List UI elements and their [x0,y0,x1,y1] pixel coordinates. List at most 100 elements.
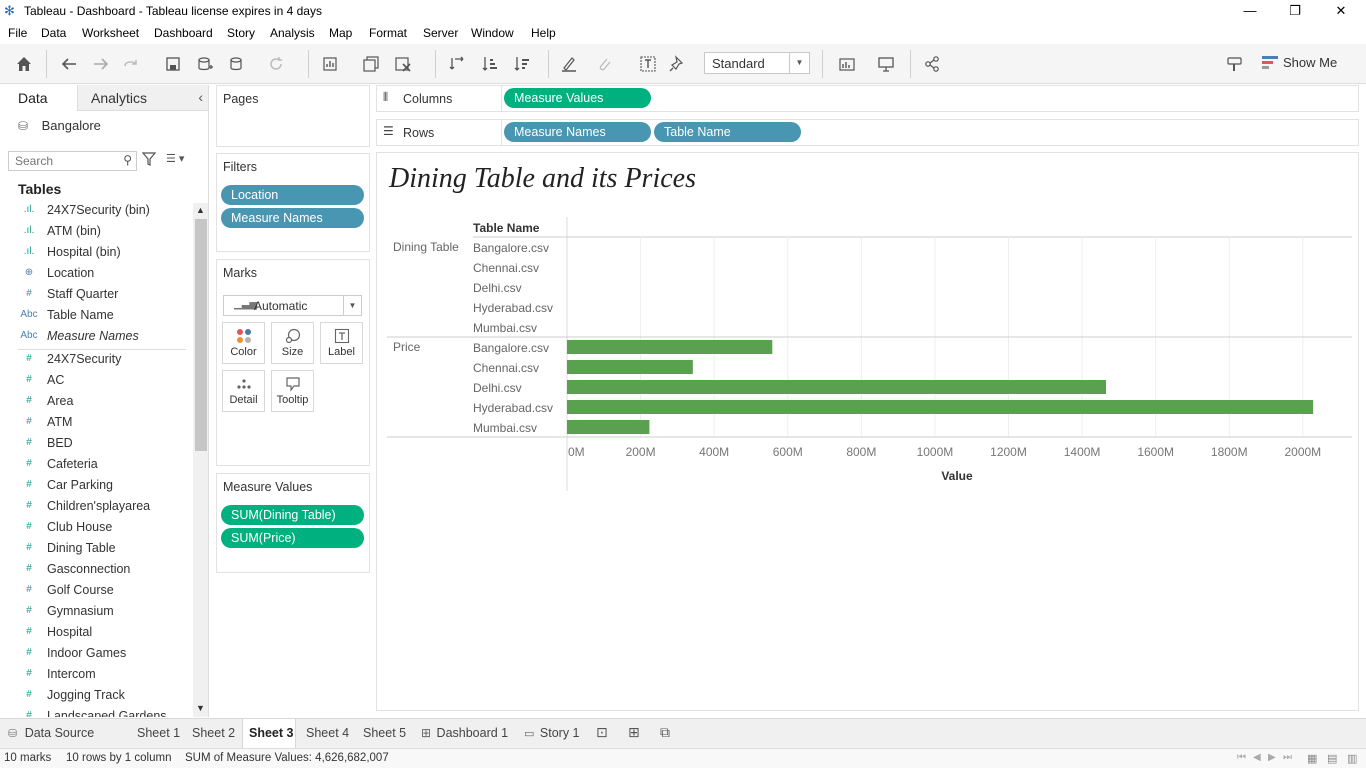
restore-button[interactable]: ❐ [1272,0,1318,22]
minimize-button[interactable]: — [1227,0,1273,22]
data-source[interactable]: ⛁ Bangalore [18,118,101,133]
field-dimensions[interactable]: .ıl. Hospital (bin) [18,243,193,264]
field-measures[interactable]: # BED [18,434,193,455]
new-dashboard-tab-icon[interactable]: ⊞ [628,719,640,748]
sort-ascending-icon[interactable] [479,53,501,75]
field-measures[interactable]: # Dining Table [18,539,193,560]
scroll-down-icon[interactable]: ▼ [196,703,205,713]
presentation-mode-icon[interactable] [875,53,897,75]
show-cards-icon[interactable] [836,53,858,75]
rows-pill-table-name[interactable]: Table Name [654,122,801,142]
field-dimensions[interactable]: Abc Table Name [18,306,193,327]
field-dimensions[interactable]: # Staff Quarter [18,285,193,306]
field-measures[interactable]: # Area [18,392,193,413]
menu-server[interactable]: Server [423,26,458,40]
pages-card[interactable]: Pages [216,85,370,147]
menu-data[interactable]: Data [41,26,66,40]
field-dimensions[interactable]: ⊕ Location [18,264,193,285]
group-members-icon[interactable] [594,53,616,75]
field-measures[interactable]: #24X7Security [18,350,193,371]
close-button[interactable]: ✕ [1318,0,1364,22]
view-options-icon[interactable]: ☰ ▾ [166,152,184,165]
tab-sheet-2[interactable]: Sheet 2 [192,719,235,748]
field-measures[interactable]: # Club House [18,518,193,539]
show-mark-labels-icon[interactable] [637,53,659,75]
measure-pill-price[interactable]: SUM(Price) [221,528,364,548]
clear-sheet-icon[interactable] [392,53,414,75]
rows-pill-measure-names[interactable]: Measure Names [504,122,651,142]
tab-sheet-1[interactable]: Sheet 1 [137,719,180,748]
prev-page-icon[interactable]: ◀ [1253,752,1261,763]
tooltip-button[interactable]: Tooltip [271,370,314,412]
size-button[interactable]: Size [271,322,314,364]
filter-pill-measure-names[interactable]: Measure Names [221,208,364,228]
save-icon[interactable] [162,53,184,75]
show-sheet-sorter-icon[interactable]: ▦ [1307,752,1317,765]
tab-data-source[interactable]: ⛁ Data Source [8,719,128,748]
last-page-icon[interactable]: ⏭ [1283,752,1292,763]
share-icon[interactable] [921,53,943,75]
menu-dashboard[interactable]: Dashboard [154,26,213,40]
fix-axes-icon[interactable] [666,53,688,75]
field-measures[interactable]: # Cafeteria [18,455,193,476]
show-filmstrip-icon[interactable]: ▤ [1327,752,1337,765]
field-dimensions[interactable]: .ıl. ATM (bin) [18,222,193,243]
new-datasource-icon[interactable] [194,53,216,75]
menu-format[interactable]: Format [369,26,407,40]
menu-analysis[interactable]: Analysis [270,26,315,40]
filter-icon[interactable] [141,152,157,169]
tab-story-1[interactable]: ▭ Story 1 [524,719,580,748]
field-measures[interactable]: # Hospital [18,623,193,644]
menu-worksheet[interactable]: Worksheet [82,26,139,40]
field-measures[interactable]: # Golf Course [18,581,193,602]
field-measures[interactable]: # Jogging Track [18,686,193,707]
next-page-icon[interactable]: ▶ [1268,752,1276,763]
filter-pill-location[interactable]: Location [221,185,364,205]
search-field[interactable]: ⚲ [8,151,137,171]
field-measures[interactable]: # Gasconnection [18,560,193,581]
pause-updates-icon[interactable] [226,53,248,75]
menu-file[interactable]: File [8,26,27,40]
swap-rows-columns-icon[interactable] [446,53,468,75]
detail-button[interactable]: Detail [222,370,265,412]
new-worksheet-icon[interactable] [320,53,342,75]
redo-icon[interactable] [90,53,112,75]
replay-icon[interactable] [120,53,142,75]
scroll-up-icon[interactable]: ▲ [196,205,205,215]
color-button[interactable]: Color [222,322,265,364]
measure-pill-dining-table[interactable]: SUM(Dining Table) [221,505,364,525]
tab-sheet-5[interactable]: Sheet 5 [363,719,406,748]
mark-type-dropdown[interactable]: ▁▃▅ Automatic ▼ [223,295,362,316]
label-button[interactable]: Label [320,322,363,364]
show-tabs-icon[interactable]: ▥ [1347,752,1357,765]
first-page-icon[interactable]: ⏮ [1237,752,1246,763]
tab-sheet-4[interactable]: Sheet 4 [306,719,349,748]
undo-icon[interactable] [58,53,80,75]
new-story-tab-icon[interactable]: ⧉ [660,719,670,748]
field-measures[interactable]: # Children'splayarea [18,497,193,518]
scrollbar-thumb[interactable] [195,219,207,451]
tab-dashboard-1[interactable]: ⊞ Dashboard 1 [421,719,508,748]
menu-story[interactable]: Story [227,26,255,40]
collapse-pane-icon[interactable]: ‹ [198,89,203,105]
tab-sheet-3[interactable]: Sheet 3 [242,719,296,748]
sort-descending-icon[interactable] [511,53,533,75]
search-input[interactable] [15,152,123,170]
tab-analytics[interactable]: Analytics ‹ [77,85,208,111]
refresh-icon[interactable] [265,53,287,75]
field-measures[interactable]: # Car Parking [18,476,193,497]
field-dimensions[interactable]: Abc Measure Names [18,327,193,348]
menu-window[interactable]: Window [471,26,514,40]
field-measures[interactable]: # Gymnasium [18,602,193,623]
duplicate-sheet-icon[interactable] [360,53,382,75]
format-painter-icon[interactable] [1223,53,1245,75]
field-measures[interactable]: # AC [18,371,193,392]
field-measures[interactable]: # ATM [18,413,193,434]
tab-data[interactable]: Data [0,85,77,111]
field-measures[interactable]: # Intercom [18,665,193,686]
field-measures[interactable]: # Indoor Games [18,644,193,665]
menu-map[interactable]: Map [329,26,352,40]
columns-pill-measure-values[interactable]: Measure Values [504,88,651,108]
home-icon[interactable] [13,53,35,75]
menu-help[interactable]: Help [531,26,556,40]
